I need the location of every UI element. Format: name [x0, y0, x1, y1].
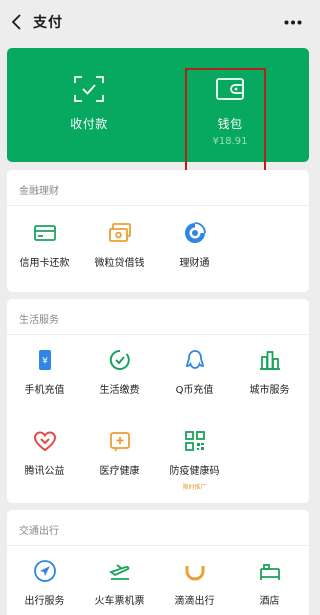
grid-label: 医疗健康: [99, 466, 140, 477]
grid-label: 防疫健康码: [169, 466, 220, 477]
section-title: 生活服务: [19, 315, 59, 326]
charity-button[interactable]: 腾讯公益: [7, 429, 82, 477]
section-title: 交通出行: [19, 526, 59, 537]
payment-hero-card: 收付款 钱包 ¥18.91: [7, 48, 309, 162]
wealth-icon: [184, 222, 206, 243]
receive-pay-button[interactable]: 收付款: [47, 48, 131, 162]
grid-label: 信用卡还款: [19, 258, 70, 269]
travel-service-button[interactable]: 出行服务: [7, 559, 82, 607]
credit-card-icon: [33, 225, 56, 241]
svg-text:¥: ¥: [42, 357, 48, 367]
grid-label: 腾讯公益: [24, 466, 65, 477]
qq-coin-button[interactable]: Q币充值: [157, 348, 232, 396]
grid-label: 出行服务: [24, 596, 65, 607]
divider: [7, 545, 309, 546]
utility-payment-icon: [109, 349, 130, 370]
grid-label: 城市服务: [249, 385, 290, 396]
qq-coin-icon: [185, 350, 204, 369]
divider: [7, 205, 309, 206]
phone-recharge-button[interactable]: ¥ 手机充值: [7, 348, 82, 396]
loan-icon: [108, 223, 131, 242]
grid-label: 滴滴出行: [174, 596, 215, 607]
city-service-icon: [259, 351, 280, 370]
grid-label: 理财通: [179, 258, 210, 269]
scan-pay-icon: [74, 76, 104, 102]
medical-icon: [109, 432, 130, 452]
navigation-icon: [33, 560, 56, 582]
grid-label: 生活缴费: [99, 385, 140, 396]
grid-label: Q币充值: [175, 385, 214, 396]
grid-label: 微粒贷借钱: [94, 258, 145, 269]
health-code-button[interactable]: 防疫健康码 限时推广: [157, 429, 232, 491]
promo-note: 限时推广: [182, 484, 207, 491]
more-dots-icon[interactable]: [284, 20, 302, 25]
city-service-button[interactable]: 城市服务: [232, 348, 307, 396]
divider: [7, 334, 309, 335]
phone-recharge-icon: ¥: [38, 350, 51, 370]
life-services-section: 生活服务 ¥ 手机充值 生活缴费 Q币充值 城市服务 腾讯公益 医疗健康 防疫健…: [7, 299, 309, 503]
chevron-left-icon[interactable]: [10, 14, 24, 30]
didi-icon: [185, 566, 204, 581]
wallet-label: 钱包: [217, 117, 243, 131]
section-title: 金融理财: [19, 186, 59, 197]
receive-pay-label: 收付款: [70, 117, 108, 131]
wealth-button[interactable]: 理财通: [157, 221, 232, 269]
credit-card-repay-button[interactable]: 信用卡还款: [7, 221, 82, 269]
train-ticket-button[interactable]: 火车票机票: [82, 559, 157, 607]
charity-icon: [33, 431, 56, 452]
finance-section: 金融理财 信用卡还款 微粒贷借钱 理财通: [7, 170, 309, 292]
grid-label: 手机充值: [24, 385, 65, 396]
wallet-icon: [216, 78, 244, 100]
page-title: 支付: [33, 15, 63, 31]
qr-code-icon: [184, 431, 205, 451]
medical-button[interactable]: 医疗健康: [82, 429, 157, 477]
wallet-button[interactable]: 钱包 ¥18.91: [193, 48, 267, 162]
utility-payment-button[interactable]: 生活缴费: [82, 348, 157, 396]
grid-label: 酒店: [259, 596, 280, 607]
top-bar: 支付: [0, 0, 312, 44]
hotel-button[interactable]: 酒店: [232, 559, 307, 607]
hotel-icon: [259, 564, 280, 580]
grid-label: 火车票机票: [94, 596, 145, 607]
transport-section: 交通出行 出行服务 火车票机票 滴滴出行 酒店: [7, 510, 309, 615]
wallet-balance: ¥18.91: [212, 136, 248, 147]
loan-button[interactable]: 微粒贷借钱: [82, 221, 157, 269]
didi-button[interactable]: 滴滴出行: [157, 559, 232, 607]
train-ticket-icon: [108, 564, 129, 580]
